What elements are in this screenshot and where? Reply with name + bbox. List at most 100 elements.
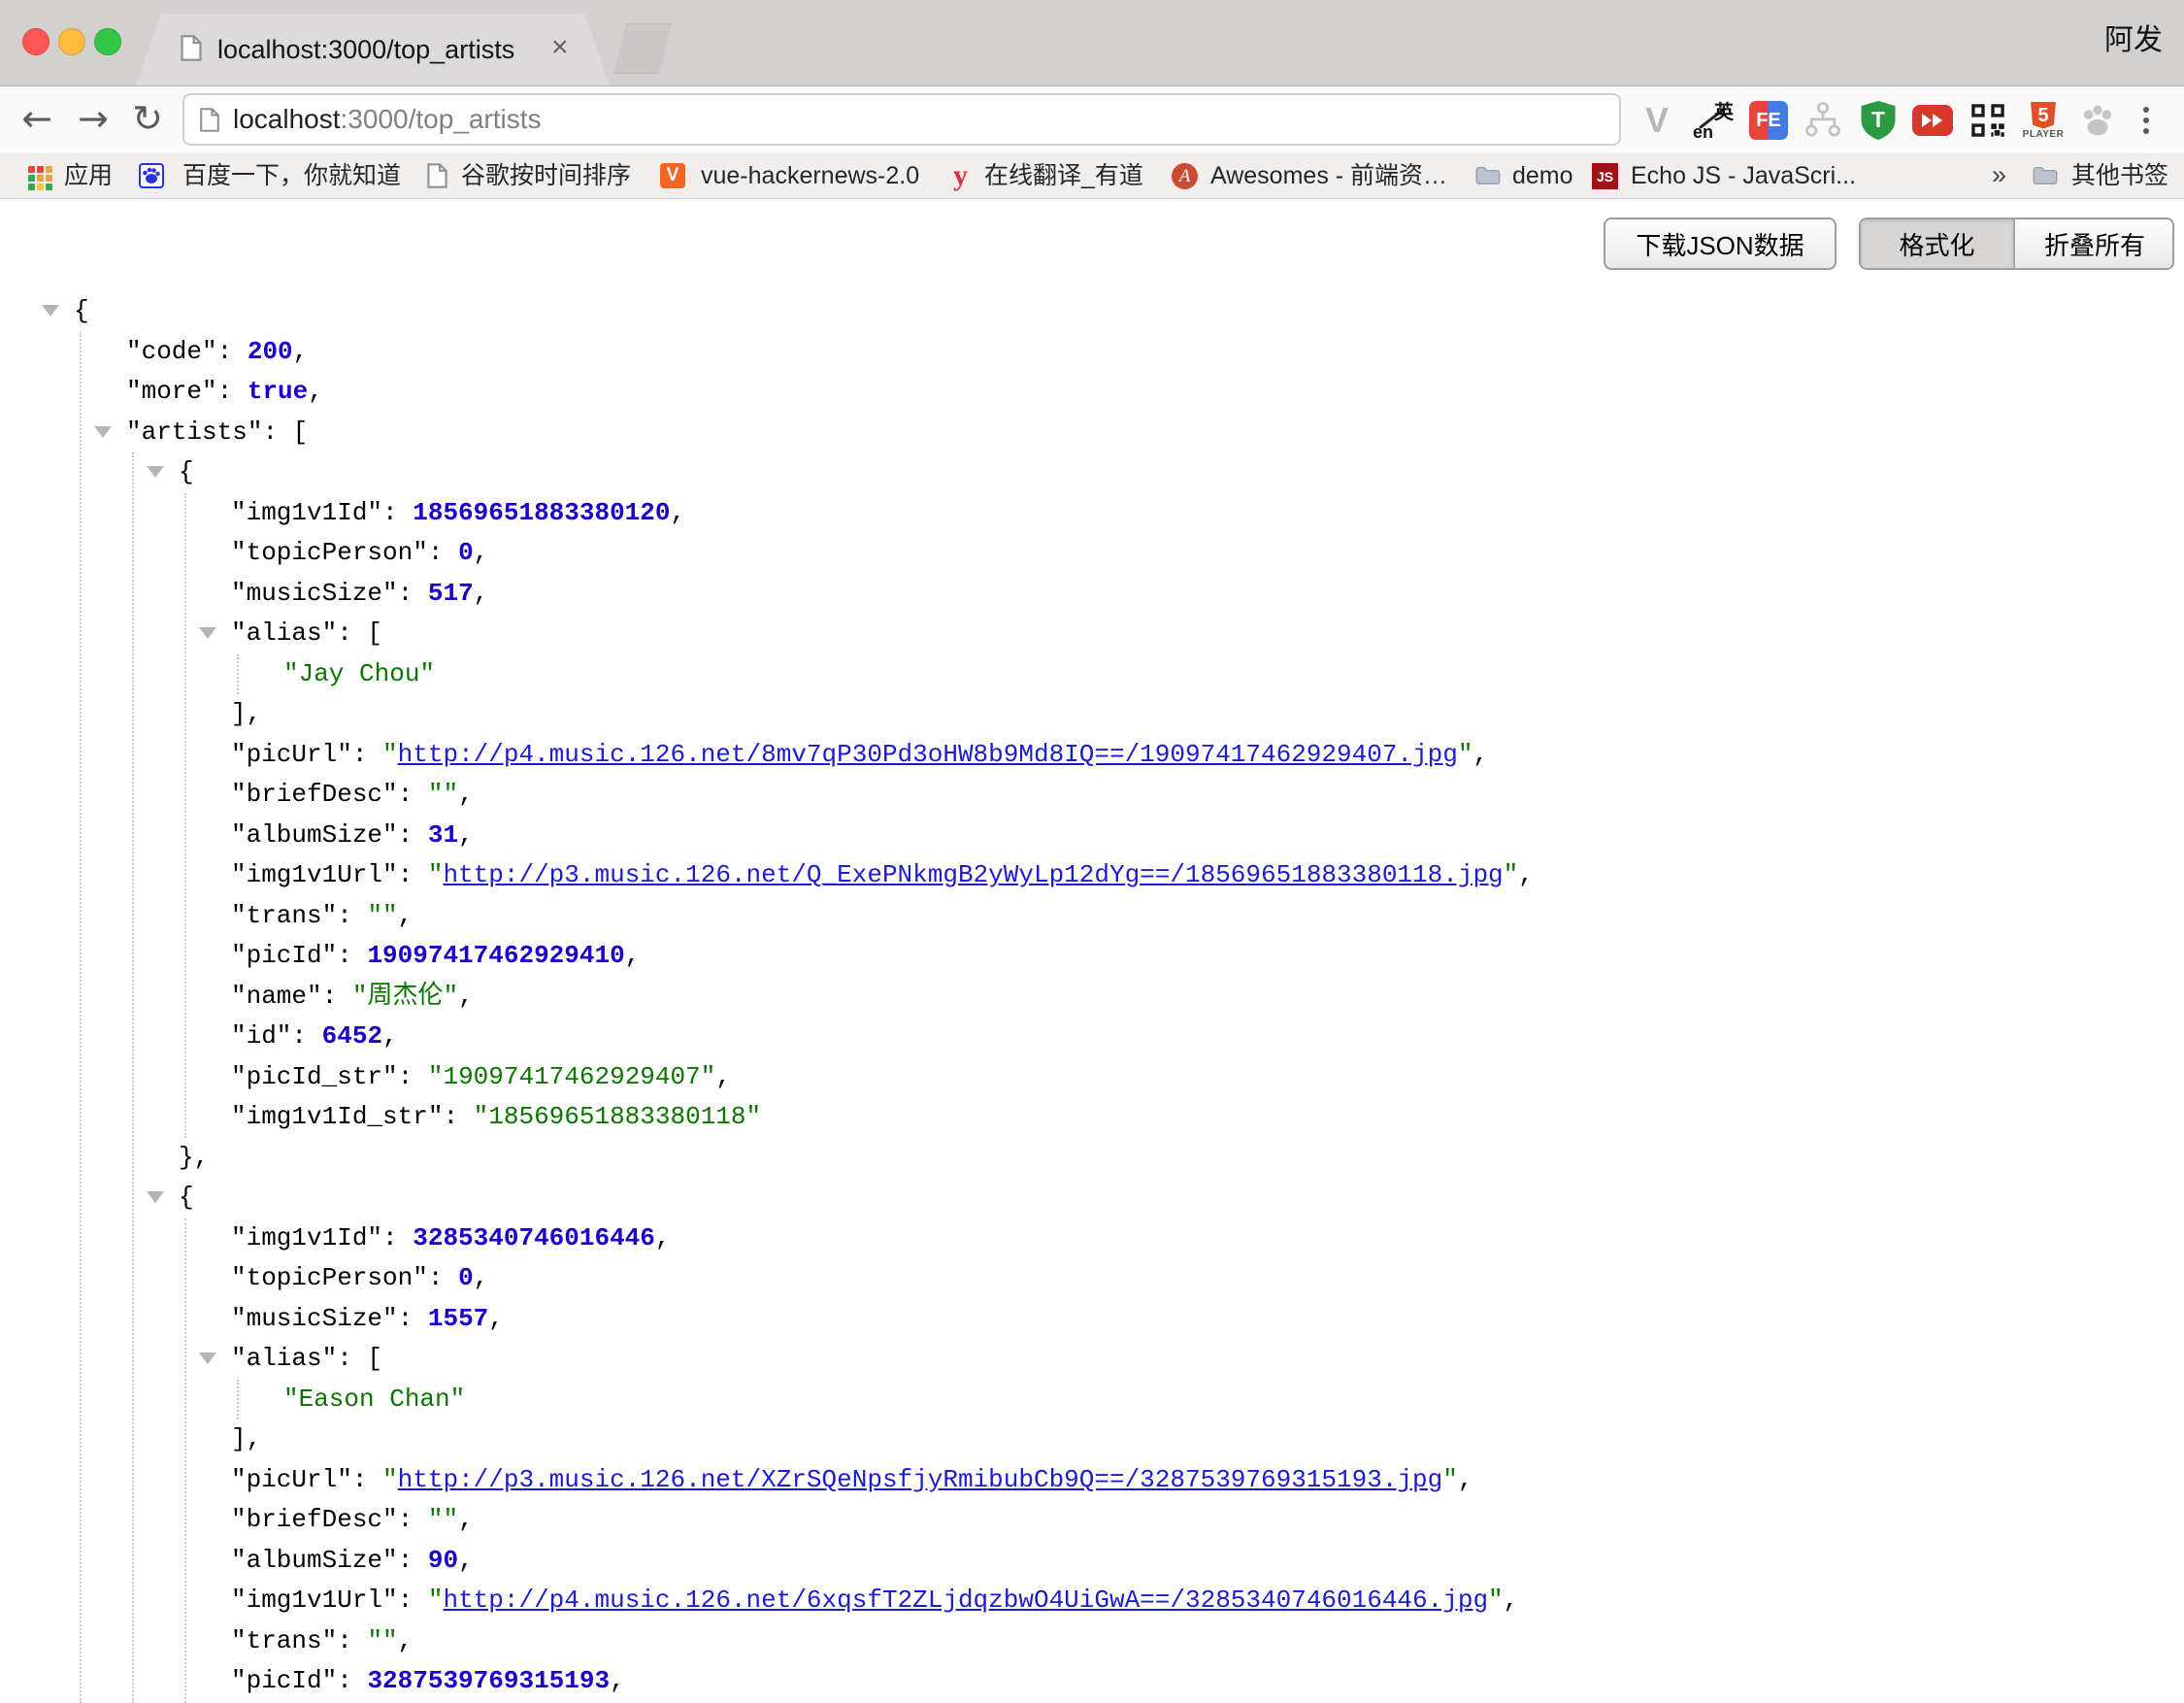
json-token: , xyxy=(398,1626,414,1655)
json-token: "albumSize" xyxy=(231,1546,398,1575)
sitemap-extension-icon[interactable] xyxy=(1801,98,1845,143)
collapse-triangle-icon[interactable] xyxy=(42,305,59,317)
forward-button[interactable]: → xyxy=(72,86,115,154)
bookmark-apps[interactable]: 应用 xyxy=(64,153,113,198)
bookmark-folder-demo[interactable]: demo xyxy=(1512,153,1573,198)
json-token: " xyxy=(382,740,398,769)
tab-title: localhost:3000/top_artists xyxy=(217,14,514,85)
json-token: "code" xyxy=(126,337,217,366)
collapse-triangle-icon[interactable] xyxy=(147,466,164,478)
bookmark-youdao-translate[interactable]: 在线翻译_有道 xyxy=(984,153,1143,198)
collapse-triangle-icon[interactable] xyxy=(147,1191,164,1203)
json-token: : xyxy=(428,1263,458,1292)
bookmark-echo-js[interactable]: Echo JS - JavaScri... xyxy=(1631,153,1856,198)
json-token: "picId" xyxy=(231,941,337,970)
json-token: "周杰伦" xyxy=(352,982,458,1011)
minimize-window-button[interactable] xyxy=(58,28,85,55)
tampermonkey-shield-extension-icon[interactable]: T xyxy=(1856,98,1901,143)
collapse-all-button[interactable]: 折叠所有 xyxy=(2015,219,2174,268)
json-line: "more": true, xyxy=(0,372,1534,413)
vue-hackernews-icon: V xyxy=(660,163,685,188)
vue-devtools-extension-icon[interactable]: V xyxy=(1635,98,1679,143)
json-token: : [ xyxy=(337,1344,382,1373)
json-token: , xyxy=(1504,1586,1519,1615)
json-link[interactable]: http://p3.music.126.net/Q_ExePNkmgB2yWyL… xyxy=(443,860,1503,889)
echo-js-icon: JS xyxy=(1592,163,1618,189)
json-token: : xyxy=(337,1666,367,1695)
json-line: "musicSize": 517, xyxy=(0,574,1534,615)
json-token: " xyxy=(1458,740,1473,769)
folder-icon xyxy=(1475,163,1501,188)
bookmark-baidu[interactable]: 百度一下，你就知道 xyxy=(182,153,401,198)
zoom-window-button[interactable] xyxy=(94,28,121,55)
json-line: "albumSize": 90, xyxy=(0,1541,1534,1582)
html5-player-extension-icon[interactable]: 5PLAYER xyxy=(2021,98,2066,143)
tab-close-icon[interactable]: × xyxy=(551,14,569,85)
browser-menu-button[interactable] xyxy=(2132,98,2161,143)
format-button[interactable]: 格式化 xyxy=(1861,219,2015,268)
json-token: "trans" xyxy=(231,1626,337,1655)
json-token: "19097417462929407" xyxy=(428,1062,715,1091)
json-token: : xyxy=(217,377,248,406)
browser-tab[interactable]: localhost:3000/top_artists × xyxy=(136,14,610,85)
bookmark-google-by-time[interactable]: 谷歌按时间排序 xyxy=(461,153,631,198)
json-token: , xyxy=(625,941,641,970)
json-token: , xyxy=(610,1666,625,1695)
fast-forward-extension-icon[interactable] xyxy=(1910,98,1955,143)
json-link[interactable]: http://p4.music.126.net/6xqsfT2ZLjdqzbwO… xyxy=(443,1586,1488,1615)
json-line: "topicPerson": 0, xyxy=(0,1258,1534,1299)
paw-extension-icon[interactable] xyxy=(2075,98,2120,143)
json-token: "albumSize" xyxy=(231,820,398,850)
json-token: 90 xyxy=(428,1546,458,1575)
collapse-triangle-icon[interactable] xyxy=(199,627,216,639)
json-token: "musicSize" xyxy=(231,579,398,608)
tree-guide-line xyxy=(132,452,134,1703)
other-bookmarks-folder-icon xyxy=(2033,163,2058,188)
json-link[interactable]: http://p4.music.126.net/8mv7qP30Pd3oHW8b… xyxy=(398,740,1458,769)
json-token: ], xyxy=(231,699,261,728)
json-line: "albumSize": 31, xyxy=(0,816,1534,856)
new-tab-button[interactable] xyxy=(613,23,672,74)
json-token: 18569651883380120 xyxy=(413,498,670,527)
json-token: : xyxy=(398,1505,428,1534)
json-token: , xyxy=(474,579,489,608)
json-token: 19097417462929410 xyxy=(367,941,624,970)
tree-guide-line xyxy=(237,1380,239,1420)
json-token: : xyxy=(398,860,428,889)
json-token: "picId_str" xyxy=(231,1062,398,1091)
json-line: "picUrl": "http://p4.music.126.net/8mv7q… xyxy=(0,735,1534,776)
collapse-triangle-icon[interactable] xyxy=(199,1352,216,1364)
bookmark-vue-hackernews[interactable]: vue-hackernews-2.0 xyxy=(701,153,919,198)
json-line: "img1v1Id": 18569651883380120, xyxy=(0,493,1534,534)
json-line: { xyxy=(0,452,1534,493)
fe-extension-icon[interactable]: FE xyxy=(1746,98,1791,143)
json-line: "topicPerson": 0, xyxy=(0,533,1534,574)
profile-name[interactable]: 阿发 xyxy=(2104,0,2163,85)
json-line: "picId_str": "19097417462929407", xyxy=(0,1057,1534,1098)
json-line: "img1v1Url": "http://p4.music.126.net/6x… xyxy=(0,1581,1534,1621)
bookmark-other-bookmarks[interactable]: 其他书签 xyxy=(2071,153,2168,198)
tree-guide-line xyxy=(184,493,186,1138)
page-favicon-icon xyxy=(181,35,202,61)
collapse-triangle-icon[interactable] xyxy=(94,426,112,438)
json-line: "briefDesc": "", xyxy=(0,1500,1534,1541)
translate-extension-icon[interactable]: 英en xyxy=(1691,98,1736,143)
back-button[interactable]: ← xyxy=(16,86,58,154)
json-token: : xyxy=(398,579,428,608)
json-line: { xyxy=(0,291,1534,332)
bookmarks-overflow-chevron[interactable]: » xyxy=(1992,153,2006,198)
address-bar[interactable]: localhost:3000/top_artists xyxy=(182,93,1621,146)
qr-code-extension-icon[interactable] xyxy=(1966,98,2010,143)
bookmark-awesomes[interactable]: Awesomes - 前端资… xyxy=(1210,153,1447,198)
json-token: : xyxy=(352,740,382,769)
json-token: "Eason Chan" xyxy=(283,1385,465,1414)
reload-button[interactable]: ↻ xyxy=(126,86,169,154)
close-window-button[interactable] xyxy=(22,28,50,55)
json-link[interactable]: http://p3.music.126.net/XZrSQeNpsfjyRmib… xyxy=(398,1465,1443,1494)
download-json-button[interactable]: 下载JSON数据 xyxy=(1604,217,1837,270)
youdao-icon: y xyxy=(953,163,978,188)
json-token: "" xyxy=(367,901,397,930)
json-token: , xyxy=(458,1505,474,1534)
json-token: "img1v1Id" xyxy=(231,498,382,527)
json-token: , xyxy=(458,820,474,850)
